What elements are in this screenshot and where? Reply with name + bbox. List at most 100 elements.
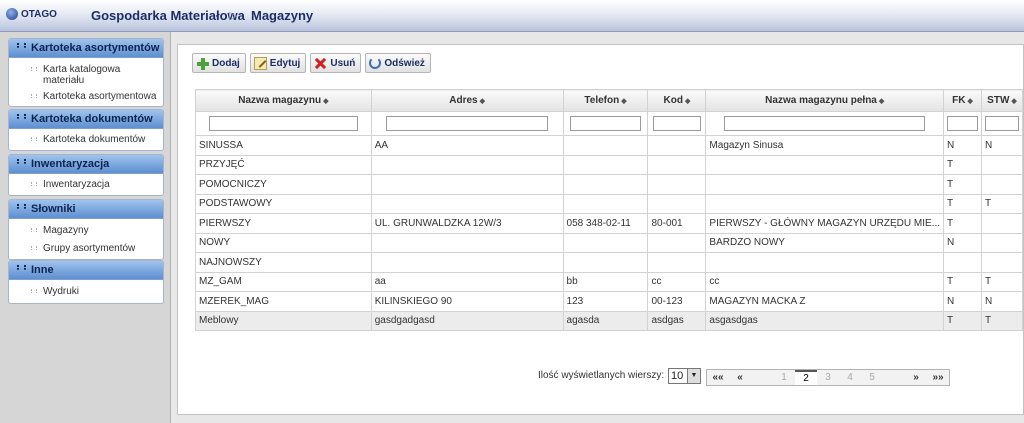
- sort-icon: ◆: [1011, 98, 1017, 105]
- table-row[interactable]: SINUSSA AA Magazyn Sinusa N N: [195, 135, 1024, 156]
- filter-name-input[interactable]: [209, 116, 358, 131]
- sidebar-item-inventory[interactable]: Inwentaryzacja: [9, 177, 163, 192]
- cell-name: PRZYJĘĆ: [195, 154, 372, 175]
- panel-header[interactable]: Kartoteka dokumentów: [9, 110, 163, 129]
- column-header-code[interactable]: Kod ◆: [647, 89, 707, 112]
- cell-code: [647, 252, 707, 273]
- sidebar-item-printouts[interactable]: Wydruki: [9, 284, 163, 299]
- cell-code: [647, 135, 707, 156]
- cell-code: [647, 193, 707, 214]
- bullet-icon: [31, 182, 37, 186]
- add-label: Dodaj: [212, 57, 240, 69]
- column-header-full-name[interactable]: Nazwa magazynu pełna ◆: [705, 89, 945, 112]
- last-page-button[interactable]: »»: [927, 370, 949, 385]
- panel-title: Inwentaryzacja: [31, 158, 110, 170]
- filter-full-name-input[interactable]: [724, 116, 926, 131]
- panel-title: Inne: [31, 264, 54, 276]
- grip-icon: [17, 204, 26, 209]
- cell-stw: [980, 213, 1024, 234]
- page-button[interactable]: 1: [773, 370, 795, 385]
- sort-icon: ◆: [878, 98, 885, 105]
- pager-spacer: [751, 370, 773, 385]
- column-header-fk[interactable]: FK ◆: [943, 89, 982, 112]
- page-button[interactable]: 3: [817, 370, 839, 385]
- rows-per-page-value: 10: [671, 370, 684, 382]
- filter-cell: [195, 111, 372, 136]
- delete-x-icon: [314, 57, 327, 70]
- item-label: Kartoteka dokumentów: [43, 134, 146, 145]
- cell-name: NOWY: [195, 232, 372, 253]
- table-row[interactable]: NAJNOWSZY: [195, 252, 1024, 273]
- sort-icon: ◆: [621, 98, 627, 105]
- edit-button[interactable]: Edytuj: [249, 53, 307, 73]
- cell-address: aa: [370, 271, 564, 292]
- header-label: FK: [952, 95, 966, 106]
- add-button[interactable]: Dodaj: [192, 53, 246, 73]
- column-header-phone[interactable]: Telefon ◆: [562, 89, 649, 112]
- cell-address: [370, 232, 564, 253]
- next-page-button[interactable]: »: [905, 370, 927, 385]
- filter-cell: [370, 111, 564, 136]
- otago-logo-icon: [6, 8, 18, 20]
- pagination: «« « 1 2 3 4 5 » »»: [706, 369, 950, 386]
- cell-stw: [980, 252, 1024, 273]
- panel-header[interactable]: Kartoteka asortymentów: [9, 39, 163, 58]
- filter-phone-input[interactable]: [569, 116, 642, 131]
- filter-fk-input[interactable]: [946, 116, 979, 131]
- column-header-stw[interactable]: STW ◆: [980, 89, 1024, 112]
- grip-icon: [17, 265, 26, 270]
- sidebar-item-catalog-card[interactable]: Karta katalogowa materiału: [9, 62, 143, 88]
- sidebar-panel-assortment: Kartoteka asortymentów Karta katalogowa …: [8, 38, 164, 107]
- table-row[interactable]: PODSTAWOWY T T: [195, 193, 1024, 214]
- panel-header[interactable]: Słowniki: [9, 200, 163, 219]
- filter-address-input[interactable]: [386, 116, 549, 131]
- cell-code: [647, 154, 707, 175]
- filter-code-input[interactable]: [652, 116, 702, 131]
- first-page-button[interactable]: ««: [707, 370, 729, 385]
- cell-fk: [943, 252, 982, 273]
- cell-address: KILINSKIEGO 90: [370, 291, 564, 312]
- table-row[interactable]: PRZYJĘĆ T: [195, 154, 1024, 175]
- cell-full-name: [705, 154, 945, 175]
- panel-header[interactable]: Inne: [9, 261, 163, 280]
- header-label: Nazwa magazynu: [238, 95, 322, 106]
- sidebar-item-document-file[interactable]: Kartoteka dokumentów: [9, 132, 163, 147]
- breadcrumb-section: Magazyny: [251, 8, 314, 23]
- grip-icon: [17, 159, 26, 164]
- filter-stw-input[interactable]: [984, 116, 1019, 131]
- page-button[interactable]: 4: [839, 370, 861, 385]
- refresh-button[interactable]: Odśwież: [365, 53, 431, 73]
- cell-address: [370, 193, 564, 214]
- table-row[interactable]: NOWY BARDZO NOWY N: [195, 232, 1024, 253]
- column-header-name[interactable]: Nazwa magazynu ◆: [195, 89, 372, 112]
- cell-address: [370, 252, 564, 273]
- grid-toolbar: Dodaj Edytuj Usuń Odśwież: [192, 53, 431, 75]
- cell-phone: bb: [562, 271, 649, 292]
- sidebar-item-assortment-groups[interactable]: Grupy asortymentów: [9, 241, 163, 256]
- breadcrumb-module[interactable]: Gospodarka Materiałowa: [91, 8, 245, 23]
- rows-per-page-select[interactable]: 10 ▼: [668, 368, 701, 384]
- cell-name: Meblowy: [195, 310, 372, 331]
- filter-cell: [647, 111, 707, 136]
- table-row[interactable]: POMOCNICZY T: [195, 174, 1024, 195]
- main-content: Dodaj Edytuj Usuń Odśwież Nazwa magazynu…: [171, 32, 1024, 423]
- sidebar-item-assortment-file[interactable]: Kartoteka asortymentowa: [9, 89, 163, 104]
- table-row[interactable]: MZ_GAM aa bb cc cc T T: [195, 271, 1024, 292]
- table-row[interactable]: PIERWSZY UL. GRUNWALDZKA 12W/3 058 348-02-…: [195, 213, 1024, 234]
- current-page-button[interactable]: 2: [795, 370, 817, 385]
- column-header-address[interactable]: Adres ◆: [370, 89, 564, 112]
- cell-fk: N: [943, 291, 982, 312]
- table-row[interactable]: Meblowy gasdgadgasd agasda asdgas asgasdgas T…: [195, 310, 1024, 331]
- panel-header[interactable]: Inwentaryzacja: [9, 155, 163, 174]
- app-logo[interactable]: OTAGO: [6, 8, 57, 20]
- page-button[interactable]: 5: [861, 370, 883, 385]
- cell-stw: [980, 174, 1024, 195]
- cell-full-name: PIERWSZY - GŁÓWNY MAGAZYN URZĘDU MIE...: [705, 213, 945, 234]
- cell-full-name: MAGAZYN MACKA Z: [705, 291, 945, 312]
- table-row[interactable]: MZEREK_MAG KILINSKIEGO 90 123 00-123 MAGAZYN…: [195, 291, 1024, 312]
- top-bar: OTAGO Gospodarka Materiałowa ▷ Magazyny: [0, 0, 1024, 32]
- prev-page-button[interactable]: «: [729, 370, 751, 385]
- sidebar-item-warehouses[interactable]: Magazyny: [9, 223, 163, 238]
- delete-button[interactable]: Usuń: [310, 53, 362, 73]
- header-label: Adres: [449, 95, 478, 106]
